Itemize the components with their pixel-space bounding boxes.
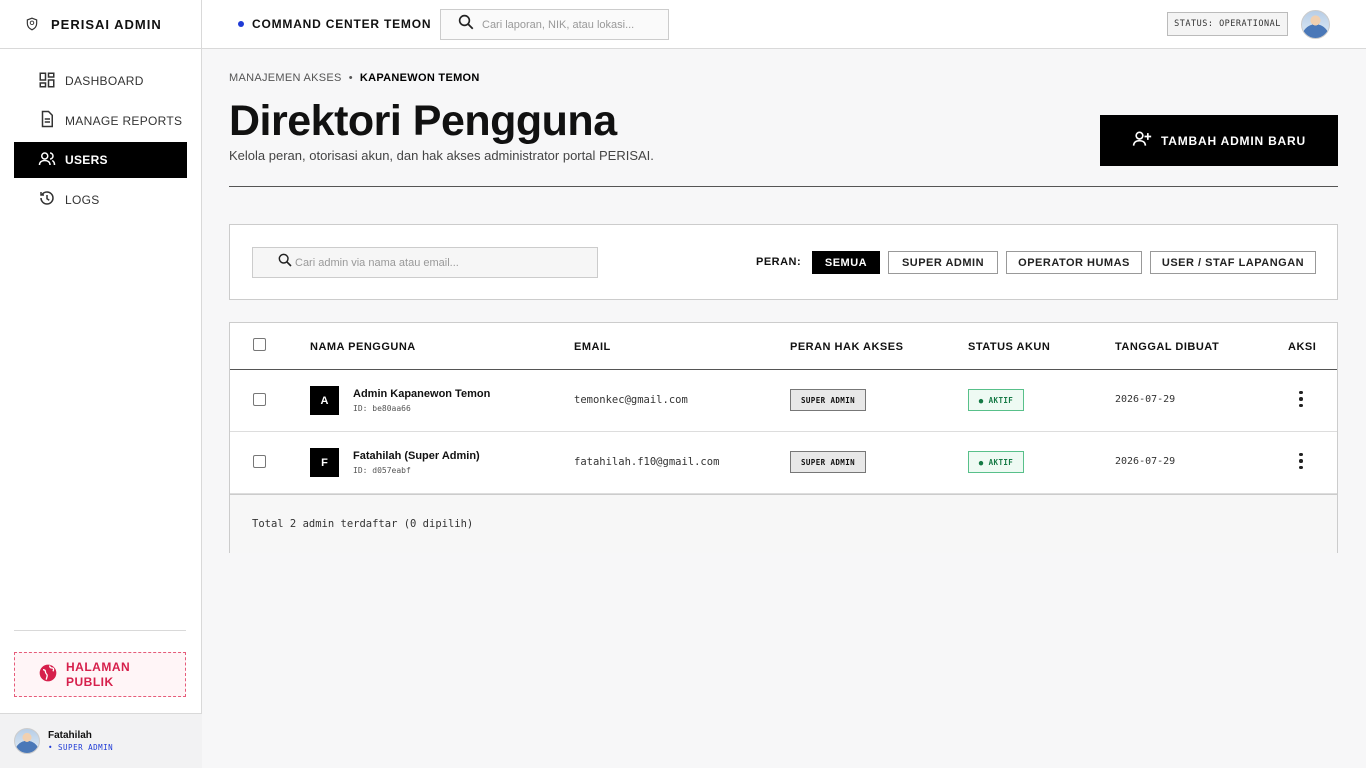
filter-bar: PERAN: SEMUA SUPER ADMIN OPERATOR HUMAS … <box>229 224 1338 300</box>
sidebar-item-users[interactable]: USERS <box>14 142 187 178</box>
role-badge: SUPER ADMIN <box>790 451 866 473</box>
column-header-created: TANGGAL DIBUAT <box>1115 341 1220 353</box>
global-search[interactable] <box>440 9 669 40</box>
user-email: temonkec@gmail.com <box>574 394 688 406</box>
header-divider <box>229 186 1338 187</box>
role-badge: SUPER ADMIN <box>790 389 866 411</box>
add-admin-button[interactable]: TAMBAH ADMIN BARU <box>1100 115 1338 166</box>
user-initial-avatar: F <box>310 448 339 477</box>
user-id: ID: be80aa66 <box>353 404 411 413</box>
column-header-email: EMAIL <box>574 341 611 353</box>
top-avatar[interactable] <box>1301 10 1330 39</box>
user-name: Admin Kapanewon Temon <box>353 388 491 400</box>
page-title: Direktori Pengguna <box>229 97 617 145</box>
table-footer: Total 2 admin terdaftar (0 dipilih) <box>230 494 1337 553</box>
document-icon <box>38 110 56 131</box>
current-user-role: • SUPER ADMIN <box>48 743 114 752</box>
role-chip-operator-humas[interactable]: OPERATOR HUMAS <box>1006 251 1142 274</box>
table-row: A Admin Kapanewon Temon ID: be80aa66 tem… <box>230 370 1337 432</box>
row-actions-menu-icon[interactable] <box>1293 389 1309 409</box>
sidebar-item-label: DASHBOARD <box>65 74 144 88</box>
role-chip-all[interactable]: SEMUA <box>812 251 880 274</box>
column-header-action: AKSI <box>1288 341 1317 353</box>
users-icon <box>38 150 56 171</box>
search-icon <box>457 13 475 36</box>
breadcrumb-separator: • <box>348 72 353 84</box>
globe-icon <box>38 663 58 687</box>
role-filter-label: PERAN: <box>756 256 802 268</box>
column-header-status: STATUS AKUN <box>968 341 1051 353</box>
search-icon <box>277 252 293 273</box>
status-badge: ● AKTIF <box>968 451 1024 473</box>
dashboard-icon <box>38 71 56 92</box>
row-actions-menu-icon[interactable] <box>1293 451 1309 471</box>
current-user[interactable]: Fatahilah • SUPER ADMIN <box>0 713 202 768</box>
user-id: ID: d057eabf <box>353 466 411 475</box>
brand-title: PERISAI ADMIN <box>51 16 162 32</box>
admin-search-input[interactable] <box>295 256 595 269</box>
current-user-name: Fatahilah <box>48 730 92 741</box>
topbar: COMMAND CENTER TEMON STATUS: OPERATIONAL <box>202 0 1366 49</box>
table-row: F Fatahilah (Super Admin) ID: d057eabf f… <box>230 432 1337 494</box>
avatar <box>14 728 40 754</box>
sidebar-nav: DASHBOARD MANAGE REPORTS USERS LOGS <box>0 49 201 218</box>
row-checkbox[interactable] <box>253 393 266 406</box>
created-date: 2026-07-29 <box>1115 456 1176 467</box>
created-date: 2026-07-29 <box>1115 394 1176 405</box>
sidebar-item-label: LOGS <box>65 192 100 207</box>
command-center-label: COMMAND CENTER TEMON <box>238 17 431 31</box>
breadcrumb-parent[interactable]: MANAJEMEN AKSES <box>229 72 342 84</box>
role-chip-super-admin[interactable]: SUPER ADMIN <box>888 251 998 274</box>
breadcrumb-current: KAPANEWON TEMON <box>359 72 480 84</box>
row-checkbox[interactable] <box>253 455 266 468</box>
status-dot-icon <box>238 21 244 27</box>
role-chip-staff[interactable]: USER / STAF LAPANGAN <box>1150 251 1316 274</box>
public-page-button[interactable]: HALAMAN PUBLIK <box>14 652 186 697</box>
sidebar-divider <box>14 630 186 631</box>
sidebar-item-label: USERS <box>65 153 108 167</box>
user-name: Fatahilah (Super Admin) <box>353 450 480 462</box>
sidebar-item-logs[interactable]: LOGS <box>14 182 187 218</box>
shield-logo-icon <box>24 16 40 32</box>
user-email: fatahilah.f10@gmail.com <box>574 456 720 468</box>
select-all-checkbox[interactable] <box>253 338 266 351</box>
add-user-icon <box>1132 129 1152 152</box>
global-search-input[interactable] <box>482 18 652 31</box>
page-subtitle: Kelola peran, otorisasi akun, dan hak ak… <box>229 148 654 163</box>
users-table: NAMA PENGGUNA EMAIL PERAN HAK AKSES STAT… <box>229 322 1338 553</box>
add-admin-label: TAMBAH ADMIN BARU <box>1161 133 1306 148</box>
admin-search[interactable] <box>252 247 598 278</box>
system-status-badge: STATUS: OPERATIONAL <box>1167 12 1288 36</box>
sidebar-item-label: MANAGE REPORTS <box>65 113 183 128</box>
user-initial-avatar: A <box>310 386 339 415</box>
sidebar: PERISAI ADMIN DASHBOARD MANAGE REPORTS U… <box>0 0 202 768</box>
breadcrumb: MANAJEMEN AKSES • KAPANEWON TEMON <box>229 72 480 84</box>
history-icon <box>38 189 56 210</box>
status-badge: ● AKTIF <box>968 389 1024 411</box>
brand: PERISAI ADMIN <box>0 0 201 49</box>
sidebar-item-dashboard[interactable]: DASHBOARD <box>14 63 187 99</box>
public-page-label: HALAMAN PUBLIK <box>66 659 131 689</box>
column-header-role: PERAN HAK AKSES <box>790 341 904 353</box>
sidebar-item-manage-reports[interactable]: MANAGE REPORTS <box>14 103 187 139</box>
column-header-name: NAMA PENGGUNA <box>310 341 416 353</box>
command-center-text: COMMAND CENTER TEMON <box>252 17 432 31</box>
table-summary: Total 2 admin terdaftar (0 dipilih) <box>252 518 474 530</box>
table-header: NAMA PENGGUNA EMAIL PERAN HAK AKSES STAT… <box>230 323 1337 370</box>
